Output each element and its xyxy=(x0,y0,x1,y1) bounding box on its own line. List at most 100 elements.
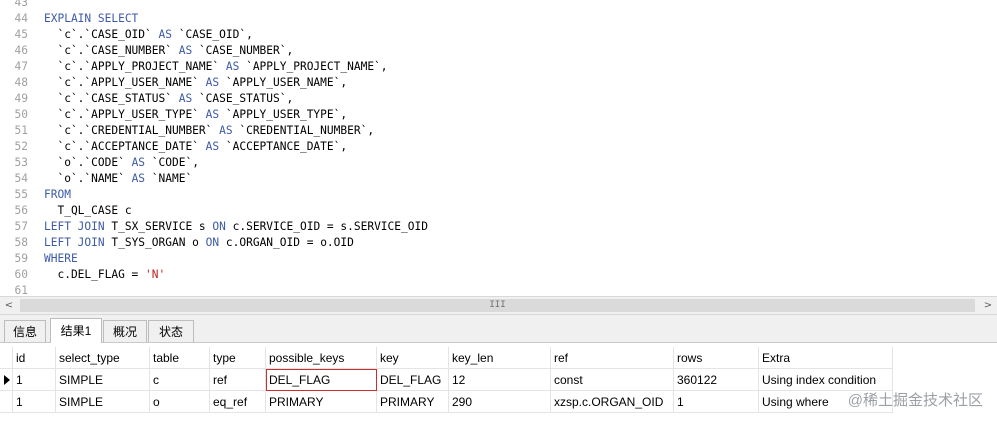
column-header-possible-keys[interactable]: possible_keys xyxy=(266,347,377,369)
sql-token: `c`.`APPLY_USER_NAME` xyxy=(44,76,206,89)
code-text: `c`.`CREDENTIAL_NUMBER` AS `CREDENTIAL_N… xyxy=(44,123,374,139)
sql-token: `c`.`CASE_STATUS` xyxy=(44,92,179,105)
code-line: 46 `c`.`CASE_NUMBER` AS `CASE_NUMBER`, xyxy=(0,43,997,59)
table-cell-rows[interactable]: 1 xyxy=(674,391,759,413)
code-text: `c`.`APPLY_USER_TYPE` AS `APPLY_USER_TYP… xyxy=(44,107,347,123)
sql-token: `c`.`ACCEPTANCE_DATE` xyxy=(44,140,206,153)
row-selector[interactable] xyxy=(0,369,13,391)
sql-keyword: AS xyxy=(178,92,193,105)
sql-keyword: AS xyxy=(178,44,193,57)
tab-info[interactable]: 信息 xyxy=(4,320,46,342)
column-header-ref[interactable]: ref xyxy=(551,347,674,369)
line-number: 58 xyxy=(14,236,28,249)
line-number: 54 xyxy=(14,172,28,185)
sql-token: c.SERVICE_OID = s.SERVICE_OID xyxy=(225,220,428,233)
sql-keyword: ON xyxy=(212,220,226,233)
code-line: 56 T_QL_CASE c xyxy=(0,203,997,219)
line-number: 59 xyxy=(14,252,28,265)
column-header-table[interactable]: table xyxy=(150,347,210,369)
code-text: `c`.`CASE_NUMBER` AS `CASE_NUMBER`, xyxy=(44,43,293,59)
column-header-id[interactable]: id xyxy=(13,347,56,369)
column-header-select-type[interactable]: select_type xyxy=(56,347,150,369)
table-cell-key[interactable]: PRIMARY xyxy=(377,391,449,413)
column-header-key[interactable]: key xyxy=(377,347,449,369)
sql-token: `APPLY_USER_NAME`, xyxy=(219,76,348,89)
column-header-rows[interactable]: rows xyxy=(674,347,759,369)
table-cell-key[interactable]: DEL_FLAG xyxy=(377,369,449,391)
table-cell-type[interactable]: eq_ref xyxy=(210,391,266,413)
table-cell-extra[interactable]: Using index condition xyxy=(759,369,893,391)
sql-keyword: AS xyxy=(205,76,220,89)
sql-token: `APPLY_PROJECT_NAME`, xyxy=(239,60,388,73)
sql-token: `CREDENTIAL_NUMBER`, xyxy=(232,124,375,137)
sql-token: T_QL_CASE c xyxy=(44,204,132,217)
table-cell-ref[interactable]: const xyxy=(551,369,674,391)
table-cell-rows[interactable]: 360122 xyxy=(674,369,759,391)
sql-keyword: LEFT JOIN xyxy=(44,220,105,233)
tab-status[interactable]: 状态 xyxy=(148,320,194,342)
code-text: LEFT JOIN T_SX_SERVICE s ON c.SERVICE_OI… xyxy=(44,219,428,235)
code-line: 57 LEFT JOIN T_SX_SERVICE s ON c.SERVICE_… xyxy=(0,219,997,235)
sql-editor[interactable]: 43 44 EXPLAIN SELECT 45 `c`.`CASE_OID` AS `… xyxy=(0,0,997,296)
code-line: 45 `c`.`CASE_OID` AS `CASE_OID`, xyxy=(0,27,997,43)
table-cell-type[interactable]: ref xyxy=(210,369,266,391)
table-cell-table[interactable]: c xyxy=(150,369,210,391)
sql-token: `NAME` xyxy=(145,172,193,185)
code-text: LEFT JOIN T_SYS_ORGAN o ON c.ORGAN_OID =… xyxy=(44,235,354,251)
table-cell-key-len[interactable]: 12 xyxy=(449,369,551,391)
scroll-thumb[interactable]: III xyxy=(20,299,975,312)
code-line: 43 xyxy=(0,0,997,11)
horizontal-scrollbar[interactable]: < III > xyxy=(0,296,997,315)
code-line: 52 `c`.`ACCEPTANCE_DATE` AS `ACCEPTANCE_… xyxy=(0,139,997,155)
sql-token: `CASE_STATUS`, xyxy=(192,92,294,105)
code-text: `c`.`APPLY_PROJECT_NAME` AS `APPLY_PROJE… xyxy=(44,59,388,75)
code-line: 53 `o`.`CODE` AS `CODE`, xyxy=(0,155,997,171)
scroll-right-arrow[interactable]: > xyxy=(980,298,996,314)
code-text: `o`.`NAME` AS `NAME` xyxy=(44,171,192,187)
table-cell-id[interactable]: 1 xyxy=(13,391,56,413)
table-cell-table[interactable]: o xyxy=(150,391,210,413)
code-line: 60 c.DEL_FLAG = 'N' xyxy=(0,267,997,283)
table-cell-possible-keys[interactable]: DEL_FLAG xyxy=(266,369,377,391)
table-cell-ref[interactable]: xzsp.c.ORGAN_OID xyxy=(551,391,674,413)
sql-token: `CASE_NUMBER`, xyxy=(192,44,294,57)
code-line: 48 `c`.`APPLY_USER_NAME` AS `APPLY_USER_… xyxy=(0,75,997,91)
sql-keyword: AS xyxy=(131,156,146,169)
sql-token: `CASE_OID`, xyxy=(172,28,253,41)
line-number: 46 xyxy=(14,44,28,57)
line-number: 49 xyxy=(14,92,28,105)
row-selector[interactable] xyxy=(0,391,13,413)
sql-keyword: AS xyxy=(158,28,172,41)
sql-token: `APPLY_USER_TYPE`, xyxy=(219,108,348,121)
sql-string: 'N' xyxy=(145,268,166,281)
line-number: 43 xyxy=(14,0,28,9)
table-cell-select-type[interactable]: SIMPLE xyxy=(56,369,150,391)
table-cell-possible-keys[interactable]: PRIMARY xyxy=(266,391,377,413)
sql-token: `c`.`APPLY_USER_TYPE` xyxy=(44,108,206,121)
code-text: c.DEL_FLAG = 'N' xyxy=(44,267,165,283)
scroll-grip-icon: III xyxy=(489,300,506,310)
sql-token: `c`.`CREDENTIAL_NUMBER` xyxy=(44,124,220,137)
sql-keyword: ON xyxy=(205,236,220,249)
table-cell-key-len[interactable]: 290 xyxy=(449,391,551,413)
sql-keyword: LEFT JOIN xyxy=(44,236,105,249)
line-number: 45 xyxy=(14,28,28,41)
sql-keyword: AS xyxy=(219,124,233,137)
sql-token: `c`.`APPLY_PROJECT_NAME` xyxy=(44,60,226,73)
table-cell-select-type[interactable]: SIMPLE xyxy=(56,391,150,413)
column-header-key-len[interactable]: key_len xyxy=(449,347,551,369)
column-header-extra[interactable]: Extra xyxy=(759,347,893,369)
sql-keyword: EXPLAIN SELECT xyxy=(44,12,139,25)
code-text: WHERE xyxy=(44,251,78,267)
table-cell-id[interactable]: 1 xyxy=(13,369,56,391)
code-text: `o`.`CODE` AS `CODE`, xyxy=(44,155,198,171)
sql-keyword: AS xyxy=(225,60,240,73)
scroll-left-arrow[interactable]: < xyxy=(1,298,17,314)
code-text: `c`.`CASE_OID` AS `CASE_OID`, xyxy=(44,27,253,43)
tab-profile[interactable]: 概况 xyxy=(103,320,147,342)
column-header-type[interactable]: type xyxy=(210,347,266,369)
code-line: 54 `o`.`NAME` AS `NAME` xyxy=(0,171,997,187)
tab-result1[interactable]: 结果1 xyxy=(50,318,102,343)
code-text: `c`.`ACCEPTANCE_DATE` AS `ACCEPTANCE_DAT… xyxy=(44,139,347,155)
watermark: @稀土掘金技术社区 xyxy=(847,392,983,409)
